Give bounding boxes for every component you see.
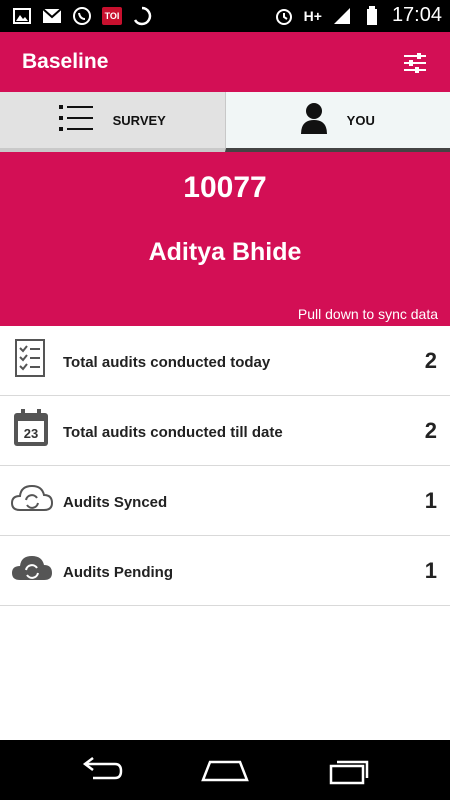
gmail-icon [42, 6, 62, 26]
signal-icon [332, 6, 352, 26]
user-id: 10077 [183, 171, 267, 204]
person-icon [300, 102, 327, 139]
navigation-bar [0, 740, 450, 800]
tab-survey[interactable]: SURVEY [0, 92, 225, 152]
tab-survey-label: SURVEY [112, 112, 166, 128]
alarm-icon [274, 6, 294, 26]
list-icon [58, 103, 93, 138]
home-icon[interactable] [200, 754, 250, 786]
cloud-synced-icon [10, 478, 54, 518]
status-bar-system: H+ 17:04 [274, 4, 442, 27]
sync-hint: Pull down to sync data [297, 306, 438, 322]
status-bar-notifications: TOI [12, 6, 152, 26]
sync-circle-icon [132, 6, 152, 26]
image-icon [12, 6, 32, 26]
calendar-icon: 23 [11, 408, 51, 448]
stat-label: Audits Pending [63, 564, 173, 581]
stat-row-audits-pending: Audits Pending 1 [0, 536, 450, 606]
clock: 17:04 [391, 4, 442, 26]
stat-count: 2 [424, 348, 437, 373]
stat-count: 1 [424, 558, 437, 583]
network-type: H+ [303, 7, 322, 24]
app-bar: Baseline [0, 32, 450, 92]
stat-label: Total audits conducted till date [63, 424, 283, 441]
stat-label: Audits Synced [63, 494, 168, 511]
stat-row-audits-synced: Audits Synced 1 [0, 466, 450, 536]
stat-label: Total audits conducted today [63, 354, 271, 371]
tab-you-label: YOU [346, 112, 375, 128]
recents-icon[interactable] [325, 754, 375, 786]
app-title: Baseline [22, 50, 109, 73]
stat-count: 1 [424, 488, 437, 513]
cloud-pending-icon [11, 548, 52, 588]
settings-sliders-icon[interactable] [402, 50, 428, 76]
toi-icon: TOI [102, 7, 122, 25]
whatsapp-icon [72, 6, 92, 26]
stat-row-audits-today: Total audits conducted today 2 [0, 326, 450, 396]
status-bar: TOI H+ 17:04 [0, 0, 450, 32]
profile-header: 10077 Aditya Bhide Pull down to sync dat… [0, 152, 450, 326]
calendar-icon-day: 23 [24, 426, 38, 441]
stat-count: 2 [424, 418, 437, 443]
battery-icon [362, 5, 382, 26]
user-name: Aditya Bhide [148, 238, 302, 266]
back-icon[interactable] [75, 754, 125, 786]
stat-row-audits-till-date: 23 Total audits conducted till date 2 [0, 396, 450, 466]
tab-bar: SURVEY YOU [0, 92, 450, 152]
checklist-icon [11, 338, 51, 378]
tab-you[interactable]: YOU [224, 92, 450, 152]
stats-list: Total audits conducted today 2 23 Total … [0, 326, 450, 606]
